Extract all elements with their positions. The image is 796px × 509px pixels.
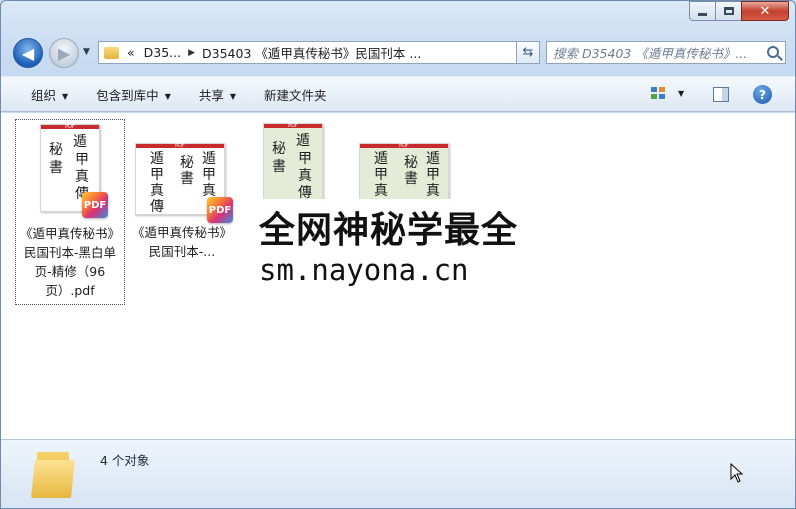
search-placeholder: 搜索 D35403 《遁甲真传秘书》... [553, 46, 748, 61]
caret-down-icon: ▼ [229, 91, 237, 101]
arrow-right-icon: ▶ [57, 43, 71, 63]
share-label: 共享 [198, 87, 224, 103]
command-bar: 组织 ▼ 包含到库中 ▼ 共享 ▼ 新建文件夹 ▼ ? [1, 76, 795, 112]
thumb-glyph: 真 [374, 183, 388, 199]
refresh-icon: ⇆ [522, 45, 534, 60]
caption-buttons: ✕ [689, 1, 789, 21]
folder-icon [104, 46, 119, 59]
watermark-title: 全网神秘学最全 [259, 210, 519, 251]
new-folder-button[interactable]: 新建文件夹 [264, 85, 327, 104]
address-bar[interactable]: « D35... ▶ D35403 《遁甲真传秘书》民国刊本 ... ▼ [98, 41, 538, 64]
close-button[interactable]: ✕ [741, 1, 789, 21]
caret-down-icon: ▼ [62, 91, 69, 101]
maximize-icon [723, 7, 734, 15]
thumb-glyph: 遁 [426, 151, 440, 167]
item-count: 4 个对象 [100, 453, 150, 468]
refresh-button[interactable]: ⇆ [516, 41, 540, 64]
share-menu[interactable]: 共享 ▼ [199, 85, 236, 104]
include-library-menu[interactable]: 包含到库中 ▼ [96, 85, 171, 104]
organize-menu[interactable]: 组织 ▼ [31, 85, 68, 104]
thumb-glyph: 秘 [404, 155, 418, 171]
thumb-glyph: 書 [404, 171, 418, 187]
thumb-glyph: 甲 [202, 167, 216, 183]
close-icon: ✕ [759, 3, 771, 19]
thumb-glyph: 遁 [202, 151, 216, 167]
pdf-icon: PDF [207, 197, 233, 223]
thumb-glyph: 書 [180, 171, 194, 187]
maximize-button[interactable] [715, 1, 742, 21]
thumb-glyph: 書 [272, 159, 286, 175]
recent-pages-dropdown[interactable]: ▼ [83, 47, 90, 57]
navigation-bar: ◀ ▶ ▼ « D35... ▶ D35403 《遁甲真传秘书》民国刊本 ...… [1, 35, 795, 71]
thumb-header: PDF [175, 143, 185, 149]
thumb-glyph: 遁 [296, 133, 310, 149]
thumb-header: PDF [288, 123, 298, 129]
include-library-label: 包含到库中 [96, 87, 159, 103]
breadcrumb-overflow[interactable]: « [127, 45, 135, 60]
thumb-glyph: 遁 [374, 151, 388, 167]
minimize-icon [698, 12, 707, 16]
thumb-glyph: 書 [49, 160, 63, 176]
watermark-overlay: 全网神秘学最全 sm.nayona.cn [251, 199, 551, 303]
folder-icon [31, 452, 77, 498]
chevron-right-icon[interactable]: ▶ [188, 48, 195, 58]
thumb-glyph: 秘 [272, 141, 286, 157]
caret-down-icon: ▼ [164, 91, 171, 101]
search-icon[interactable] [767, 46, 779, 58]
thumb-glyph: 甲 [150, 167, 164, 183]
thumb-glyph: 甲 [374, 167, 388, 183]
thumb-header: PDF [399, 143, 409, 149]
file-item[interactable]: PDF 遁 甲 真 傳 秘 書 PDF 《遁甲真传秘书》民国刊本-黑白单页-精修… [15, 119, 125, 305]
pdf-thumbnail: PDF 遁 甲 真 傳 秘 書 [263, 123, 323, 211]
help-icon[interactable]: ? [753, 85, 772, 104]
preview-pane-icon[interactable] [713, 87, 729, 102]
thumb-glyph: 甲 [426, 167, 440, 183]
watermark-url: sm.nayona.cn [259, 253, 469, 287]
thumb-glyph: 真 [150, 183, 164, 199]
change-view-icon[interactable] [651, 87, 669, 101]
details-pane: 4 个对象 [1, 439, 795, 508]
back-button[interactable]: ◀ [13, 38, 43, 68]
thumb-glyph: 秘 [49, 142, 63, 158]
view-options-dropdown[interactable]: ▼ [678, 89, 684, 98]
new-folder-label: 新建文件夹 [264, 87, 327, 103]
organize-label: 组织 [31, 87, 57, 103]
thumb-glyph: 甲 [75, 152, 89, 168]
thumb-glyph: 傳 [150, 199, 164, 215]
minimize-button[interactable] [689, 1, 716, 21]
arrow-left-icon: ◀ [21, 43, 35, 63]
pdf-icon: PDF [82, 192, 108, 218]
thumb-glyph: 秘 [180, 155, 194, 171]
thumb-glyph: 真 [298, 168, 312, 184]
file-name: 《遁甲真传秘书》民国刊本-... [131, 225, 232, 259]
thumb-glyph: 真 [75, 169, 89, 185]
explorer-window: ✕ ◀ ▶ ▼ « D35... ▶ D35403 《遁甲真传秘书》民国刊本 .… [0, 0, 796, 509]
file-name: 《遁甲真传秘书》民国刊本-黑白单页-精修（96页）.pdf [19, 226, 120, 298]
thumb-header: PDF [65, 124, 75, 130]
thumb-glyph: 遁 [73, 134, 87, 150]
search-input[interactable]: 搜索 D35403 《遁甲真传秘书》... [546, 41, 786, 64]
breadcrumb-current[interactable]: D35403 《遁甲真传秘书》民国刊本 ... [202, 43, 421, 62]
thumb-glyph: 遁 [150, 151, 164, 167]
mouse-cursor-icon [730, 463, 744, 483]
forward-button[interactable]: ▶ [49, 38, 79, 68]
breadcrumb-parent[interactable]: D35... [144, 45, 181, 60]
thumb-glyph: 真 [426, 183, 440, 199]
thumb-glyph: 甲 [298, 151, 312, 167]
